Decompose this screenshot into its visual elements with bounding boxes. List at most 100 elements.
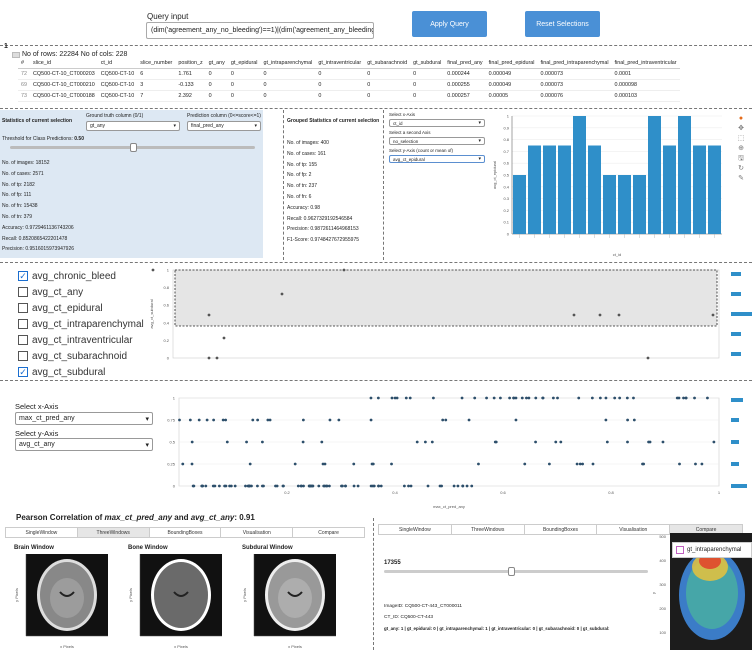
checkbox-row[interactable]: avg_ct_intraventricular xyxy=(18,332,144,348)
grouped-line: Recall: 0.9627329192546584 xyxy=(287,215,353,222)
data-point xyxy=(178,418,181,422)
data-point xyxy=(581,462,584,466)
checkbox[interactable] xyxy=(18,303,28,313)
viewer-slider-track[interactable] xyxy=(384,570,648,573)
column-header[interactable]: ct_id xyxy=(97,58,138,69)
checkbox[interactable]: ✓ xyxy=(18,271,28,281)
y-axis-count-select[interactable]: avg_ct_epidural ▾ xyxy=(389,155,485,163)
apply-query-button[interactable]: Apply Query xyxy=(412,11,487,37)
gt-column-select[interactable]: gt_any ▾ xyxy=(86,121,180,131)
column-header[interactable]: position_z xyxy=(175,58,206,69)
column-header[interactable]: gt_intraparenchymal xyxy=(260,58,316,69)
column-header[interactable]: final_pred_any xyxy=(444,58,486,69)
stat-line: No. of tp: 2182 xyxy=(2,181,35,188)
data-point xyxy=(452,484,456,488)
column-header[interactable]: final_pred_epidural xyxy=(485,58,538,69)
data-point xyxy=(293,462,297,466)
column-header[interactable]: final_pred_intraparenchymal xyxy=(537,58,612,69)
column-header[interactable]: # xyxy=(18,58,30,69)
pred-column-select[interactable]: final_pred_any ▾ xyxy=(187,121,261,131)
stat-line: No. of cases: 2571 xyxy=(2,170,44,177)
corr-x: max_ct_pred_any xyxy=(104,513,173,522)
data-point xyxy=(554,440,558,444)
checkbox-row[interactable]: avg_ct_intraparenchymal xyxy=(18,316,144,332)
table-row[interactable]: 69 CQ500-CT-10_CT000210 CQ500-CT-10 3 -0.133… xyxy=(18,79,680,91)
column-header[interactable]: final_pred_intraventricular xyxy=(611,58,680,69)
table-cell: 0 xyxy=(227,68,261,80)
threshold-slider-handle[interactable] xyxy=(129,143,137,152)
y-tick-label: 0.2 xyxy=(503,208,509,213)
save-icon[interactable]: 🖫 xyxy=(734,154,748,164)
bar xyxy=(633,175,646,234)
column-header[interactable]: gt_intraventricular xyxy=(315,58,365,69)
checkbox[interactable] xyxy=(18,335,28,345)
corr-prefix: Pearson Correlation of xyxy=(16,513,105,522)
x-axis-select[interactable]: ct_id ▾ xyxy=(389,119,485,127)
data-point xyxy=(207,313,211,317)
table-cell: CQ500-CT-10_CT000188 xyxy=(30,90,98,102)
y-axis-count-value: avg_ct_epidural xyxy=(393,156,425,162)
x-select-label: Select x-Axis xyxy=(15,402,59,411)
y-axis-count-label: Select y-Axis (count or mean of) xyxy=(389,148,454,153)
hover-icon[interactable]: ✎ xyxy=(734,174,748,184)
checkbox-row[interactable]: ✓ avg_chronic_bleed xyxy=(18,268,144,284)
y-axis-label: y Pixels xyxy=(242,588,247,602)
reset-icon[interactable]: ↻ xyxy=(734,164,748,174)
box-zoom-icon[interactable]: ⬚ xyxy=(734,134,748,144)
column-header[interactable]: gt_subarachnoid xyxy=(364,58,411,69)
checkbox[interactable] xyxy=(18,287,28,297)
x-select[interactable]: max_ct_pred_any ▾ xyxy=(15,412,153,425)
hist-bar xyxy=(731,292,741,296)
tab-boundingboxes[interactable]: BoundingBoxes xyxy=(525,525,598,534)
pan-icon[interactable]: ✥ xyxy=(734,124,748,134)
data-point xyxy=(352,484,356,488)
window-title: Subdural Window xyxy=(242,545,293,551)
x-axis-label: x Pixels xyxy=(60,644,74,649)
table-cell: 0.000103 xyxy=(611,90,680,102)
wheel-zoom-icon[interactable]: ⊕ xyxy=(734,144,748,154)
column-header[interactable]: gt_epidural xyxy=(227,58,261,69)
checkbox-row[interactable]: avg_ct_subarachnoid xyxy=(18,348,144,364)
bar xyxy=(588,145,601,234)
column-header[interactable]: slice_number xyxy=(137,58,176,69)
x-axis-label: ct_id xyxy=(613,252,621,257)
checkbox[interactable] xyxy=(18,319,28,329)
data-point xyxy=(647,440,650,444)
data-point xyxy=(572,313,576,317)
tab-visualisation[interactable]: Visualisation xyxy=(221,528,294,537)
data-point xyxy=(604,418,608,422)
table-cell: CQ500-CT-10 xyxy=(97,68,138,80)
column-header[interactable]: gt_subdural xyxy=(410,58,445,69)
table-row[interactable]: 73 CQ500-CT-10_CT000188 CQ500-CT-10 7 2.392 0… xyxy=(18,90,680,102)
x-axis-label: Select x-Axis xyxy=(389,112,416,117)
checkbox-row[interactable]: ✓ avg_ct_subdural xyxy=(18,364,144,380)
data-point xyxy=(684,396,688,400)
data-point xyxy=(390,396,394,400)
table-cell: 0 xyxy=(315,68,365,80)
data-point xyxy=(256,484,259,488)
tab-boundingboxes[interactable]: BoundingBoxes xyxy=(150,528,222,537)
tab-threewindows[interactable]: ThreeWindows xyxy=(77,528,150,537)
viewer-slider-handle[interactable] xyxy=(508,567,515,576)
bar xyxy=(558,145,571,234)
chevron-down-icon: ▾ xyxy=(254,123,257,129)
tab-singlewindow[interactable]: SingleWindow xyxy=(6,528,78,537)
checkbox[interactable]: ✓ xyxy=(18,367,28,377)
tab-threewindows[interactable]: ThreeWindows xyxy=(452,525,525,534)
tab-singlewindow[interactable]: SingleWindow xyxy=(379,525,452,534)
second-axis-select[interactable]: no_selection ▾ xyxy=(389,137,485,145)
column-header[interactable]: gt_any xyxy=(205,58,228,69)
data-point xyxy=(261,484,264,488)
y-select[interactable]: avg_ct_any ▾ xyxy=(15,438,153,451)
table-row[interactable]: 72 CQ500-CT-10_CT000203 CQ500-CT-10 6 1.761 0… xyxy=(18,68,680,80)
table-cell: 0 xyxy=(410,90,445,102)
checkbox-row[interactable]: avg_ct_epidural xyxy=(18,300,144,316)
checkbox-row[interactable]: avg_ct_any xyxy=(18,284,144,300)
table-cell: 0 xyxy=(410,68,445,80)
checkbox[interactable] xyxy=(18,351,28,361)
column-header[interactable]: slice_id xyxy=(30,58,98,69)
query-input[interactable]: (dim('agreement_any_no_bleeding')==1)|(d… xyxy=(146,22,374,39)
reset-selections-button[interactable]: Reset Selections xyxy=(525,11,600,37)
y-tick-label: 0 xyxy=(167,356,170,361)
tab-compare[interactable]: Compare xyxy=(293,528,364,537)
